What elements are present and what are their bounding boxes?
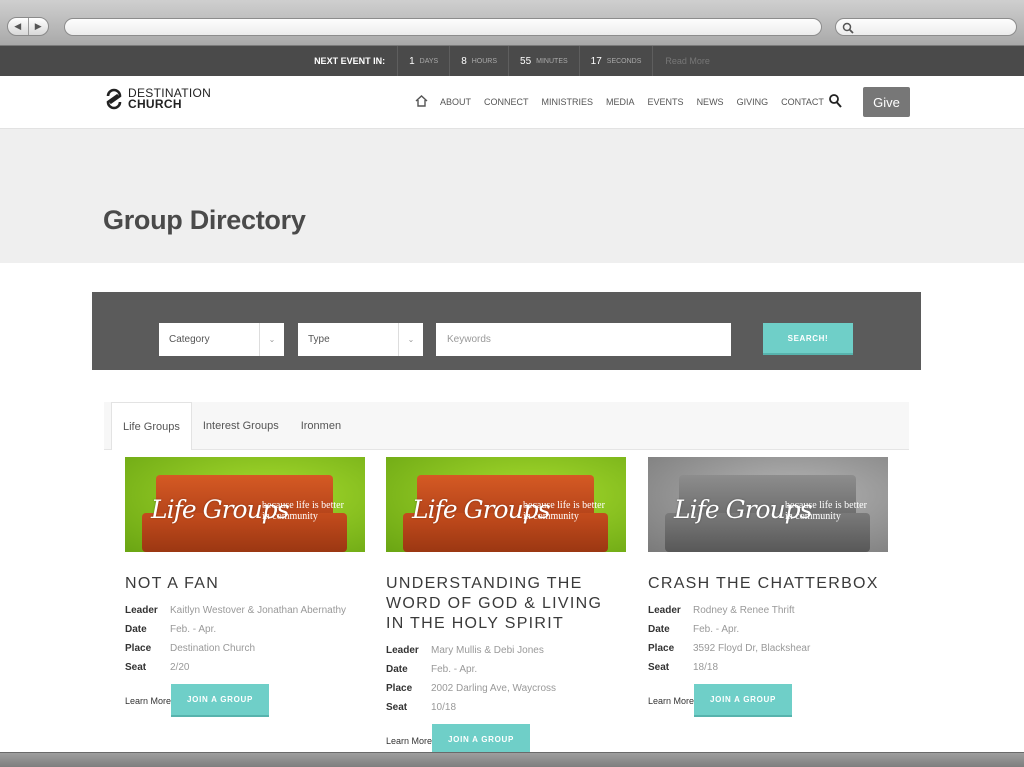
learn-more-link[interactable]: Learn More: [648, 696, 694, 706]
countdown-seconds: 17 SECONDS: [578, 46, 653, 76]
group-details: Leader Rodney & Renee Thrift Date Feb. - A…: [648, 604, 888, 675]
tab-interest-groups[interactable]: Interest Groups: [192, 402, 290, 450]
countdown-label: NEXT EVENT IN:: [314, 56, 386, 66]
address-bar[interactable]: [64, 18, 822, 36]
browser-search-field[interactable]: [835, 18, 1017, 36]
leader-value: Kaitlyn Westover & Jonathan Abernathy: [170, 605, 347, 616]
join-group-button[interactable]: JOIN A GROUP: [171, 684, 270, 717]
read-more-link[interactable]: Read More: [652, 46, 710, 76]
group-title[interactable]: UNDERSTANDING THE WORD OF GOD & LIVING I…: [386, 574, 626, 634]
leader-value: Rodney & Renee Thrift: [693, 605, 795, 616]
place-label: Place: [125, 643, 152, 654]
learn-more-link[interactable]: Learn More: [125, 696, 171, 706]
site-search-icon[interactable]: [829, 94, 842, 113]
type-select[interactable]: Type ⌄: [298, 323, 423, 356]
place-value: 3592 Floyd Dr, Blackshear: [693, 643, 811, 654]
search-icon: [842, 22, 854, 34]
place-label: Place: [386, 683, 413, 694]
home-icon[interactable]: [415, 95, 428, 109]
group-filter-bar: Category ⌄ Type ⌄ SEARCH!: [92, 292, 921, 370]
seat-label: Seat: [648, 662, 670, 673]
browser-nav-buttons: ◀ ▶: [7, 17, 49, 36]
chevron-down-icon: ⌄: [259, 323, 284, 356]
seat-value: 18/18: [693, 662, 719, 673]
date-value: Feb. - Apr.: [693, 624, 740, 635]
page-title: Group Directory: [103, 205, 306, 235]
group-tabs: Life Groups Interest Groups Ironmen: [104, 402, 909, 450]
logo[interactable]: DESTINATION CHURCH: [105, 87, 211, 111]
date-label: Date: [386, 664, 408, 675]
group-image[interactable]: Life Groups because life is better in com…: [386, 457, 626, 552]
seat-value: 2/20: [170, 662, 190, 673]
leader-label: Leader: [386, 645, 419, 656]
date-label: Date: [648, 624, 670, 635]
place-value: 2002 Darling Ave, Waycross: [431, 683, 557, 694]
nav-connect[interactable]: CONNECT: [484, 97, 529, 107]
learn-more-link[interactable]: Learn More: [386, 736, 432, 746]
date-value: Feb. - Apr.: [170, 624, 217, 635]
site-header: DESTINATION CHURCH ABOUT CONNECT MINISTR…: [0, 76, 1024, 129]
nav-contact[interactable]: CONTACT: [781, 97, 824, 107]
nav-events[interactable]: EVENTS: [648, 97, 684, 107]
group-image[interactable]: Life Groups because life is better in com…: [125, 457, 365, 552]
logo-text: DESTINATION CHURCH: [128, 87, 211, 111]
nav-media[interactable]: MEDIA: [606, 97, 635, 107]
card-actions: Learn More JOIN A GROUP: [125, 684, 365, 717]
seat-value: 10/18: [431, 702, 457, 713]
nav-about[interactable]: ABOUT: [440, 97, 471, 107]
chevron-down-icon: ⌄: [398, 323, 423, 356]
category-select[interactable]: Category ⌄: [159, 323, 284, 356]
countdown-days: 1 DAYS: [397, 46, 449, 76]
group-title[interactable]: NOT A FAN: [125, 574, 365, 594]
tab-life-groups[interactable]: Life Groups: [111, 402, 192, 450]
page-banner: Group Directory: [0, 129, 1024, 263]
group-card: Life Groups because life is better in com…: [125, 457, 365, 717]
keywords-input[interactable]: [436, 323, 731, 356]
place-label: Place: [648, 643, 675, 654]
group-details: Leader Kaitlyn Westover & Jonathan Aberna…: [125, 604, 365, 675]
image-tagline: because life is better in community: [785, 500, 867, 522]
search-button[interactable]: SEARCH!: [763, 323, 853, 355]
seat-label: Seat: [125, 662, 147, 673]
leader-label: Leader: [125, 605, 158, 616]
card-actions: Learn More JOIN A GROUP: [648, 684, 888, 717]
countdown-hours: 8 HOURS: [449, 46, 508, 76]
leader-value: Mary Mullis & Debi Jones: [431, 645, 544, 656]
category-select-value: Category: [169, 334, 210, 345]
nav-ministries[interactable]: MINISTRIES: [542, 97, 594, 107]
give-button[interactable]: Give: [863, 87, 910, 117]
tab-ironmen[interactable]: Ironmen: [290, 402, 352, 450]
browser-toolbar: ◀ ▶: [0, 0, 1024, 46]
join-group-button[interactable]: JOIN A GROUP: [694, 684, 793, 717]
group-card: Life Groups because life is better in com…: [386, 457, 626, 757]
place-value: Destination Church: [170, 643, 256, 654]
nav-giving[interactable]: GIVING: [737, 97, 769, 107]
forward-arrow-icon[interactable]: ▶: [29, 18, 49, 35]
date-label: Date: [125, 624, 147, 635]
logo-mark-icon: [106, 88, 122, 110]
date-value: Feb. - Apr.: [431, 664, 478, 675]
countdown-minutes: 55 MINUTES: [508, 46, 579, 76]
image-tagline: because life is better in community: [523, 500, 605, 522]
group-title[interactable]: CRASH THE CHATTERBOX: [648, 574, 888, 594]
group-details: Leader Mary Mullis & Debi Jones Date Feb. …: [386, 644, 626, 715]
logo-line-2: CHURCH: [128, 97, 182, 111]
group-card: Life Groups because life is better in com…: [648, 457, 888, 717]
main-navigation: ABOUT CONNECT MINISTRIES MEDIA EVENTS NE…: [415, 95, 837, 109]
type-select-value: Type: [308, 334, 330, 345]
seat-label: Seat: [386, 702, 408, 713]
image-tagline: because life is better in community: [262, 500, 344, 522]
nav-news[interactable]: NEWS: [697, 97, 724, 107]
back-arrow-icon[interactable]: ◀: [8, 18, 29, 35]
event-countdown-bar: NEXT EVENT IN: 1 DAYS 8 HOURS 55 MINUTES 17…: [0, 46, 1024, 76]
group-image[interactable]: Life Groups because life is better in com…: [648, 457, 888, 552]
leader-label: Leader: [648, 605, 681, 616]
browser-status-bar: [0, 752, 1024, 767]
